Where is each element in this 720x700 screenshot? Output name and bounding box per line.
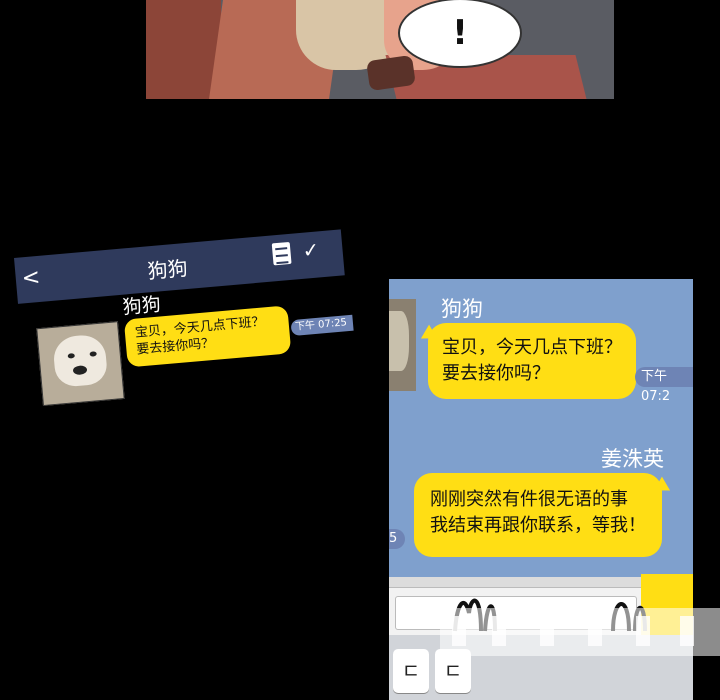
watermark-mark xyxy=(452,616,466,646)
coat-shape xyxy=(146,0,221,99)
watermark-mark xyxy=(680,616,694,646)
comic-panel-top: ! xyxy=(146,0,614,99)
tilted-chat-screen: < 狗狗 ✓ 狗狗 宝贝，今天几点下班？ 要去接你吗？ 下午 07:25 xyxy=(14,229,355,417)
message-bubble: 宝贝，今天几点下班？ 要去接你吗？ xyxy=(428,323,636,399)
watermark-overlay xyxy=(440,608,720,656)
watermark-mark xyxy=(588,616,602,646)
watermark-mark xyxy=(492,616,506,646)
keyboard-key[interactable]: ㄷ xyxy=(393,649,429,693)
chat-title: 狗狗 xyxy=(146,255,189,284)
message-time: 下午 07:25 xyxy=(290,314,354,337)
message-line: 宝贝，今天几点下班？ xyxy=(442,337,622,358)
watermark-mark xyxy=(636,616,650,646)
avatar[interactable] xyxy=(389,299,416,391)
sender-name: 狗狗 xyxy=(441,297,483,321)
message-line: 我结束再跟你联系，等我！ xyxy=(430,515,646,536)
chat-header: < 狗狗 ✓ xyxy=(14,229,345,304)
check-icon[interactable]: ✓ xyxy=(301,237,320,262)
reply-bubble: 刚刚突然有件很无语的事 我结束再跟你联系，等我！ xyxy=(414,473,662,557)
dog-face xyxy=(52,333,109,388)
sender-name: 狗狗 xyxy=(121,293,162,319)
speech-bubble: ! xyxy=(398,0,522,68)
menu-icon[interactable] xyxy=(271,241,292,266)
reply-name: 姜洙英 xyxy=(601,447,664,471)
watermark-mark xyxy=(540,616,554,646)
cuff-shape xyxy=(366,54,416,92)
message-time: 下午 07:2 xyxy=(635,367,693,404)
dog-face xyxy=(389,311,409,371)
back-icon[interactable]: < xyxy=(21,265,42,292)
message-line: 刚刚突然有件很无语的事 xyxy=(430,489,628,510)
reply-time: 5 xyxy=(389,529,405,549)
avatar[interactable] xyxy=(36,321,125,407)
message-line: 要去接你吗？ xyxy=(442,363,550,384)
